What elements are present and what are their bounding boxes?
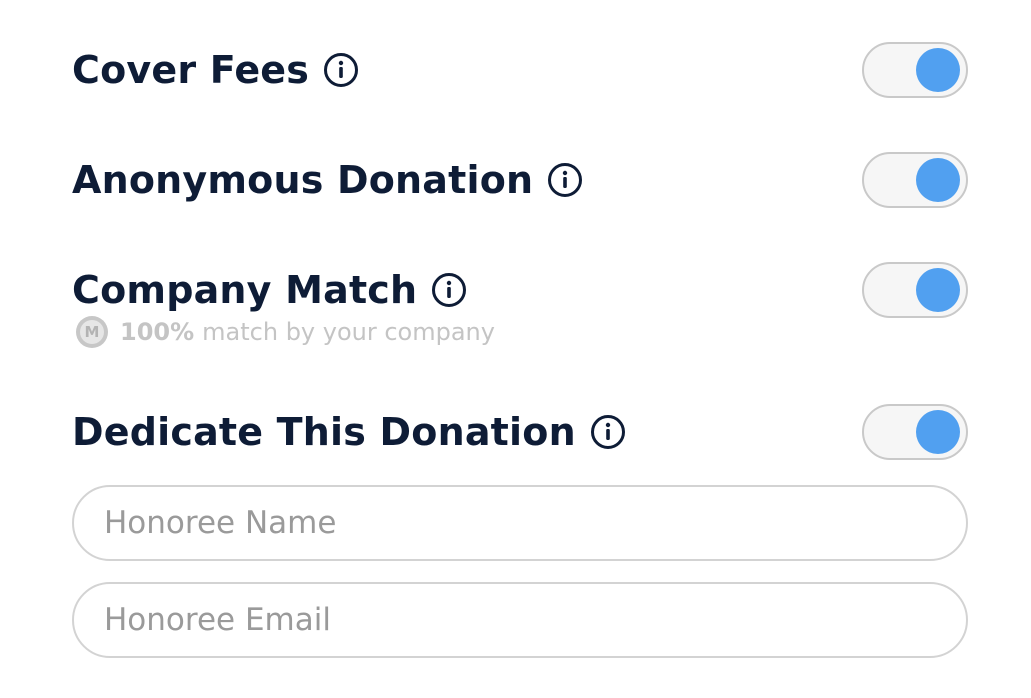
dedicate-donation-label-group: Dedicate This Donation bbox=[72, 410, 626, 454]
cover-fees-toggle[interactable] bbox=[862, 42, 968, 98]
company-match-badge-icon: M bbox=[76, 316, 108, 348]
honoree-email-input[interactable] bbox=[104, 584, 924, 656]
toggle-knob bbox=[916, 48, 960, 92]
info-circle-icon[interactable] bbox=[547, 162, 583, 198]
honoree-name-input[interactable] bbox=[104, 487, 924, 559]
company-match-row: Company Match bbox=[72, 260, 968, 320]
cover-fees-label: Cover Fees bbox=[72, 48, 310, 92]
info-circle-icon[interactable] bbox=[323, 52, 359, 88]
toggle-knob bbox=[916, 268, 960, 312]
anonymous-donation-row: Anonymous Donation bbox=[72, 150, 968, 210]
company-match-detail: M 100% match by your company bbox=[72, 314, 495, 350]
anonymous-donation-toggle[interactable] bbox=[862, 152, 968, 208]
anonymous-donation-label: Anonymous Donation bbox=[72, 158, 534, 202]
info-circle-icon[interactable] bbox=[431, 272, 467, 308]
company-match-label-group: Company Match bbox=[72, 268, 467, 312]
dedicate-donation-label: Dedicate This Donation bbox=[72, 410, 576, 454]
match-percent: 100% bbox=[120, 318, 195, 346]
cover-fees-label-group: Cover Fees bbox=[72, 48, 359, 92]
badge-letter: M bbox=[80, 320, 104, 344]
honoree-email-field-wrapper bbox=[72, 582, 968, 658]
cover-fees-row: Cover Fees bbox=[72, 40, 968, 100]
info-circle-icon[interactable] bbox=[590, 414, 626, 450]
company-match-toggle[interactable] bbox=[862, 262, 968, 318]
dedicate-donation-row: Dedicate This Donation bbox=[72, 402, 968, 462]
toggle-knob bbox=[916, 158, 960, 202]
company-match-label: Company Match bbox=[72, 268, 418, 312]
anonymous-donation-label-group: Anonymous Donation bbox=[72, 158, 583, 202]
match-text: match by your company bbox=[202, 318, 495, 346]
toggle-knob bbox=[916, 410, 960, 454]
dedicate-donation-toggle[interactable] bbox=[862, 404, 968, 460]
honoree-name-field-wrapper bbox=[72, 485, 968, 561]
